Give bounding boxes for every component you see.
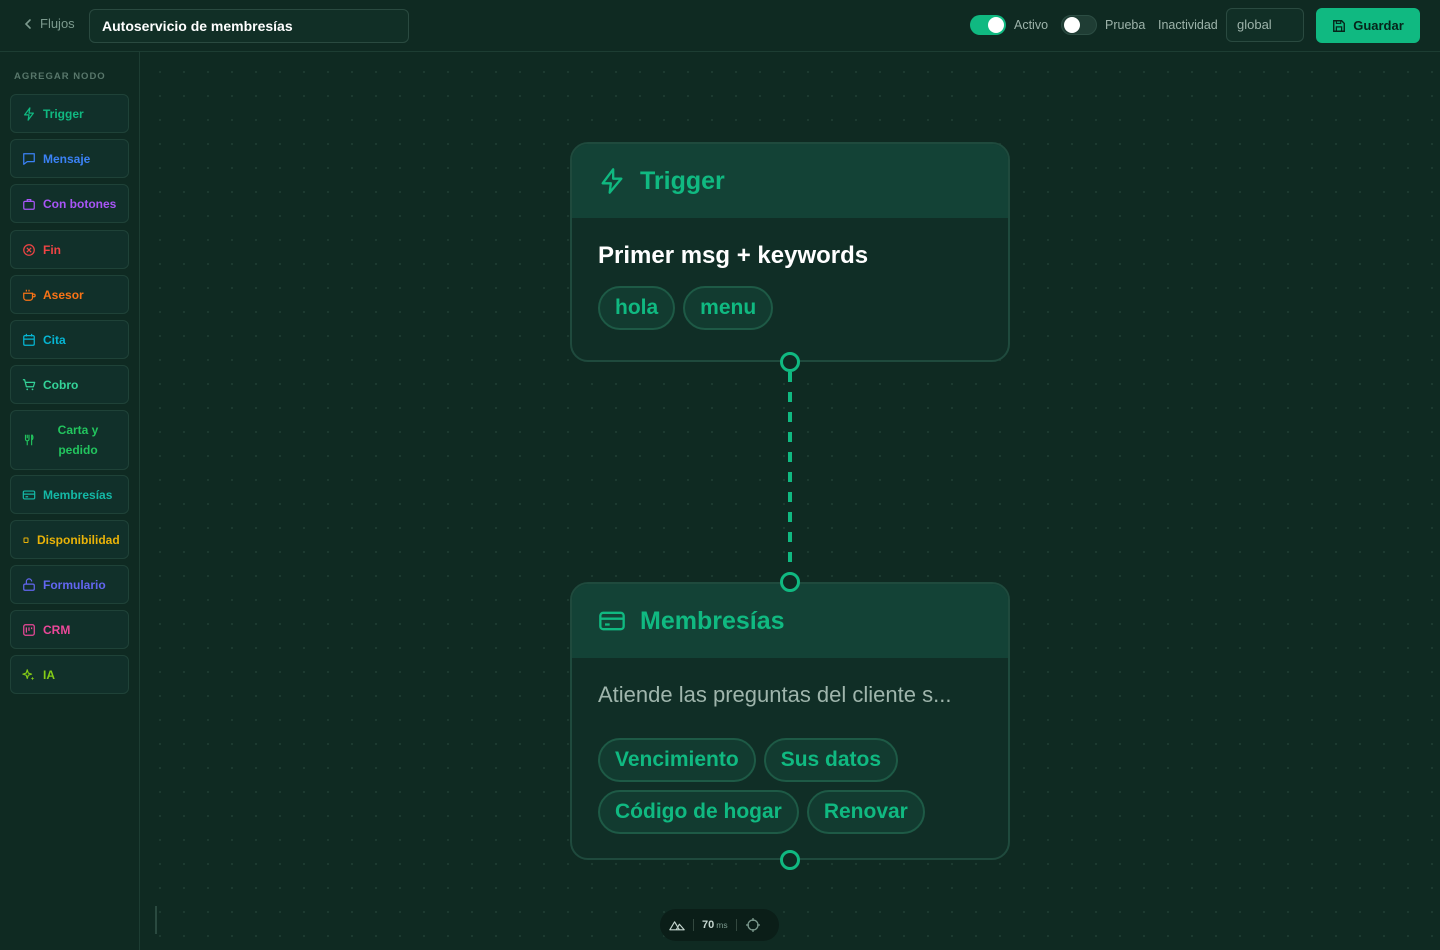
sidebar-item-label: Fin [43,242,61,257]
latency-unit: ms [716,920,728,930]
sidebar-item-message[interactable]: Mensaje [10,139,129,178]
option-chip[interactable]: Renovar [806,790,925,834]
utensils-icon [24,434,34,446]
trigger-node-header: Trigger [572,144,1008,218]
sidebar-item-end[interactable]: Fin [10,230,129,269]
top-bar: Flujos Autoservicio de membresías Activo… [0,0,1440,52]
active-toggle-label: Activo [1014,18,1049,32]
sidebar-item-label: IA [43,667,55,682]
latency-value: 70 [702,919,715,931]
sidebar-item-trigger[interactable]: Trigger [10,94,129,133]
sidebar-item-label: Mensaje [43,151,91,166]
bolt-icon [24,106,34,121]
sidebar-item-label: Trigger [43,106,84,121]
crosshair-icon[interactable] [745,917,761,933]
flow-title-input[interactable]: Autoservicio de membresías [89,9,409,43]
nuxt-logo-icon[interactable] [669,917,685,933]
memberships-output-handle[interactable] [780,850,800,870]
active-toggle[interactable] [970,15,1006,35]
sidebar-item-label: Cobro [43,377,79,392]
sidebar-item-buttons[interactable]: Con botones [10,184,129,223]
sidebar-item-menu-order[interactable]: Carta y pedido [10,410,129,470]
sidebar-item-label: CRM [43,622,71,637]
divider [155,906,157,934]
option-chip[interactable]: Sus datos [763,738,899,782]
back-to-flows-link[interactable]: Flujos [22,16,75,31]
bolt-icon [601,168,623,194]
memberships-node-title: Membresías [640,606,785,635]
sidebar-item-form[interactable]: Formulario [10,565,129,604]
card-icon [599,611,625,631]
sidebar-item-label: Asesor [43,287,84,302]
sidebar-item-label: Formulario [43,577,106,592]
message-icon [23,152,35,165]
cart-icon [22,378,36,390]
test-toggle[interactable] [1061,15,1097,35]
x-circle-icon [23,243,35,256]
sidebar-item-label: Cita [43,332,66,347]
option-chip[interactable]: Código de hogar [598,790,799,834]
sidebar-item-availability[interactable]: Disponibilidad [10,520,129,559]
form-icon [23,577,35,591]
sidebar-item-label: Con botones [43,196,117,211]
sidebar-item-appointment[interactable]: Cita [10,320,129,359]
buttons-icon [23,198,35,210]
crm-icon [23,623,35,636]
sparkles-icon [22,668,35,680]
back-link-label: Flujos [40,16,75,31]
sidebar-item-label: Membresías [43,487,113,502]
add-node-sidebar: AGREGAR NODO Trigger Mensaje Con botones… [0,52,140,950]
sidebar-item-memberships[interactable]: Membresías [10,475,129,514]
inactivity-select[interactable]: global [1226,8,1304,42]
save-button[interactable]: Guardar [1316,8,1420,43]
sidebar-title: AGREGAR NODO [14,71,106,82]
save-button-label: Guardar [1353,18,1404,33]
memberships-node-description: Atiende las preguntas del cliente s... [598,682,952,707]
sidebar-item-label: Carta y pedido [57,423,99,457]
test-toggle-label: Prueba [1105,18,1146,32]
keyword-chip[interactable]: menu [683,286,774,330]
memberships-node[interactable]: Membresías Atiende las preguntas del cli… [570,582,1010,860]
sidebar-item-label: Disponibilidad [37,532,120,547]
inactivity-label: Inactividad [1158,18,1218,32]
calendar-icon [23,333,35,346]
dev-toolbar: 70 ms [660,909,779,941]
sidebar-item-advisor[interactable]: Asesor [10,275,129,314]
trigger-output-handle[interactable] [780,352,800,372]
sidebar-item-crm[interactable]: CRM [10,610,129,649]
keyword-chip[interactable]: hola [598,286,676,330]
option-chip[interactable]: Vencimiento [598,738,756,782]
card-icon [22,489,36,500]
box-icon [23,537,29,543]
chevron-left-icon [24,18,31,29]
trigger-node-title: Trigger [640,166,725,195]
save-icon [1333,19,1346,32]
sidebar-item-ai[interactable]: IA [10,655,129,694]
trigger-node[interactable]: Trigger Primer msg + keywords hola menu [570,142,1010,362]
memberships-input-handle[interactable] [780,572,800,592]
edge-connector[interactable] [788,372,792,572]
trigger-node-description: Primer msg + keywords [598,242,869,269]
memberships-node-header: Membresías [572,584,1008,658]
coffee-icon [23,289,36,301]
sidebar-item-payment[interactable]: Cobro [10,365,129,404]
